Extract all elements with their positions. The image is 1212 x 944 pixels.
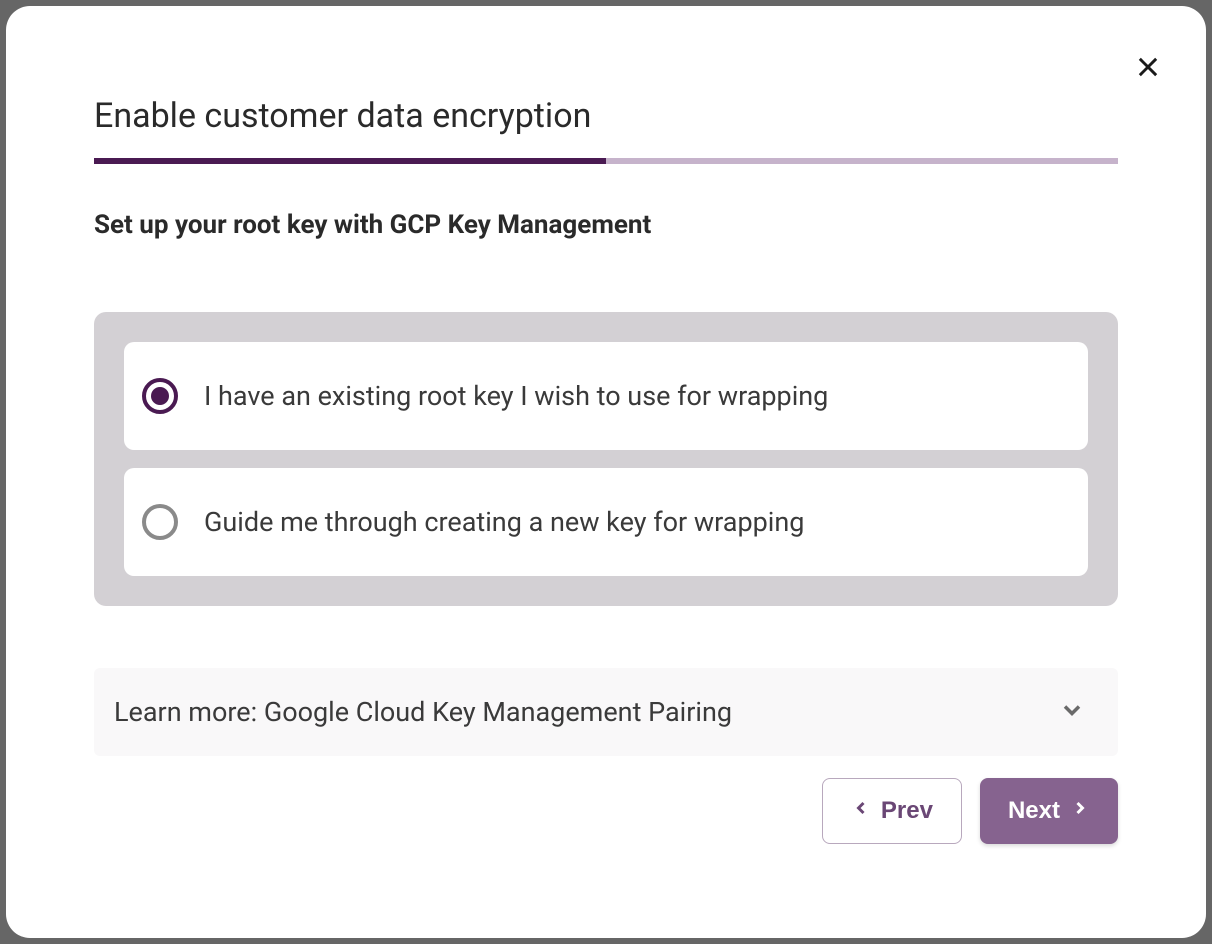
progress-bar xyxy=(94,158,1118,164)
option-label: I have an existing root key I wish to us… xyxy=(204,380,828,412)
learn-more-accordion[interactable]: Learn more: Google Cloud Key Management … xyxy=(94,668,1118,756)
section-heading: Set up your root key with GCP Key Manage… xyxy=(94,210,1118,240)
options-panel: I have an existing root key I wish to us… xyxy=(94,312,1118,606)
chevron-right-icon xyxy=(1070,797,1090,825)
prev-button[interactable]: Prev xyxy=(822,778,962,844)
option-label: Guide me through creating a new key for … xyxy=(204,506,804,538)
close-button[interactable] xyxy=(1128,48,1168,88)
next-button-label: Next xyxy=(1008,797,1060,825)
radio-selected-icon xyxy=(142,378,178,414)
modal-title: Enable customer data encryption xyxy=(94,96,1118,136)
progress-fill xyxy=(94,158,606,164)
prev-button-label: Prev xyxy=(881,797,933,825)
chevron-down-icon xyxy=(1058,696,1086,728)
option-existing-key[interactable]: I have an existing root key I wish to us… xyxy=(124,342,1088,450)
close-icon xyxy=(1134,53,1162,84)
encryption-setup-modal: Enable customer data encryption Set up y… xyxy=(6,6,1206,938)
chevron-left-icon xyxy=(851,797,871,825)
option-create-key[interactable]: Guide me through creating a new key for … xyxy=(124,468,1088,576)
button-row: Prev Next xyxy=(94,778,1118,844)
radio-unselected-icon xyxy=(142,504,178,540)
next-button[interactable]: Next xyxy=(980,778,1118,844)
learn-more-label: Learn more: Google Cloud Key Management … xyxy=(114,696,732,728)
